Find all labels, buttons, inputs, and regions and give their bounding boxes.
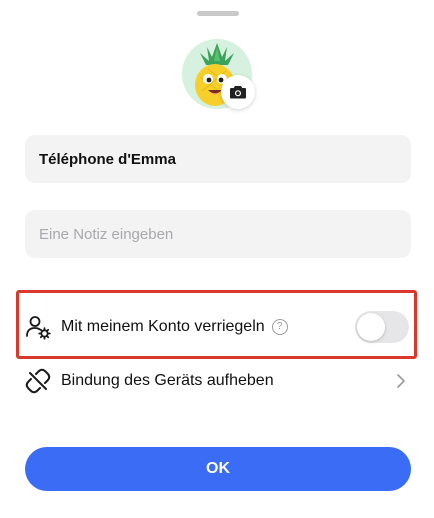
user-gear-icon [25, 314, 51, 340]
change-avatar-button[interactable] [221, 75, 255, 109]
note-placeholder: Eine Notiz eingeben [39, 225, 174, 243]
camera-icon [230, 86, 246, 99]
lock-with-account-label: Mit meinem Konto verriegeln [61, 318, 265, 335]
broken-link-icon [25, 368, 51, 394]
chevron-right-icon [397, 374, 405, 388]
note-input[interactable]: Eine Notiz eingeben [25, 210, 411, 258]
toggle-knob [357, 313, 385, 341]
ok-button[interactable]: OK [25, 447, 411, 491]
avatar-container[interactable] [182, 39, 258, 115]
help-icon[interactable]: ? [271, 319, 288, 335]
unbind-device-row[interactable]: Bindung des Geräts aufheben [25, 361, 411, 401]
device-name-field[interactable]: Téléphone d'Emma [25, 135, 411, 183]
drag-handle[interactable] [197, 11, 239, 16]
unbind-device-label: Bindung des Geräts aufheben [61, 372, 274, 389]
lock-with-account-row[interactable]: Mit meinem Konto verriegeln ? [25, 307, 411, 347]
lock-with-account-toggle[interactable] [355, 311, 409, 343]
device-settings-sheet: Téléphone d'Emma Eine Notiz eingeben Mit… [0, 0, 434, 518]
device-name-value: Téléphone d'Emma [39, 150, 176, 168]
